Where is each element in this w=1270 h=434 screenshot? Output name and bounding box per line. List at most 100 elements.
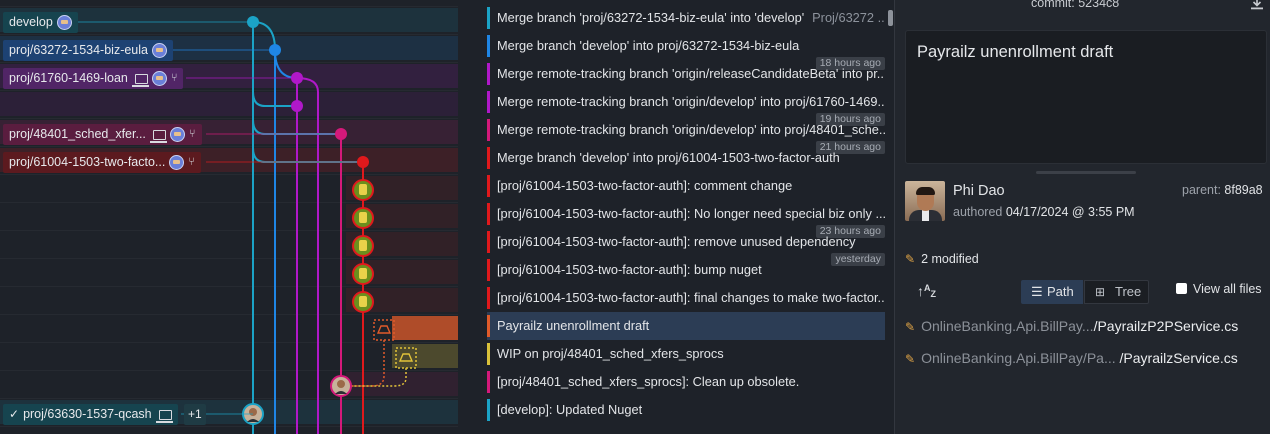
authored-info: authored 04/17/2024 @ 3:55 PM <box>953 205 1135 219</box>
commit-message[interactable]: [proj/61004-1503-two-factor-auth]: comme… <box>497 172 885 200</box>
commit-message-pane[interactable]: Merge branch 'proj/63272-1534-biz-eula' … <box>458 0 894 434</box>
authored-date: 04/17/2024 @ 3:55 PM <box>1005 205 1135 219</box>
laptop-icon <box>149 129 167 143</box>
commit-detail-pane: commit: 5234c8 Payrailz unenrollment dra… <box>894 0 1270 434</box>
commit-summary-box[interactable]: Payrailz unenrollment draft <box>905 30 1267 164</box>
commit-message[interactable]: [proj/61004-1503-two-factor-auth]: bump … <box>497 256 885 284</box>
commit-row[interactable]: [develop]: Updated Nuget <box>458 396 885 424</box>
commit-row[interactable]: [proj/61004-1503-two-factor-auth]: remov… <box>458 228 885 256</box>
commit-row[interactable]: Merge remote-tracking branch 'origin/rel… <box>458 60 885 88</box>
file-row-1[interactable]: ✎ OnlineBanking.Api.BillPay.../PayrailzP2… <box>905 313 1238 339</box>
pencil-icon: ✎ <box>905 352 916 366</box>
branch-color-bar <box>487 91 490 113</box>
pencil-icon: ✎ <box>905 320 916 334</box>
branch-fork-icon: ⑂ <box>188 156 195 168</box>
file-row-2[interactable]: ✎ OnlineBanking.Api.BillPay/Pa... /Payrai… <box>905 345 1238 371</box>
commit-message[interactable]: Merge branch 'develop' into proj/61004-1… <box>497 144 885 172</box>
branch-label[interactable]: proj/61760-1469-loan ⑂ <box>3 68 184 89</box>
commit-summary-text[interactable]: Payrailz unenrollment draft <box>917 43 1113 62</box>
commit-row[interactable]: WIP on proj/48401_sched_xfers_sprocs <box>458 340 885 368</box>
commit-row[interactable]: [proj/61004-1503-two-factor-auth]: bump … <box>458 256 885 284</box>
branch-name: proj/61760-1469-loan <box>9 71 128 85</box>
branch-color-bar <box>487 35 490 57</box>
commit-row[interactable]: [proj/48401_sched_xfers_sprocs]: Clean u… <box>458 368 885 396</box>
commit-row[interactable]: [proj/61004-1503-two-factor-auth]: comme… <box>458 172 885 200</box>
author-name: Phi Dao <box>953 183 1005 199</box>
commit-message[interactable]: WIP on proj/48401_sched_xfers_sprocs <box>497 340 885 368</box>
commit-message[interactable]: Merge remote-tracking branch 'origin/rel… <box>497 60 885 88</box>
commit-row[interactable]: Merge branch 'develop' into proj/61004-1… <box>458 144 885 172</box>
view-all-files-label[interactable]: View all files <box>1193 282 1262 296</box>
commit-row[interactable]: Merge branch 'proj/63272-1534-biz-eula' … <box>458 4 885 32</box>
commit-graph[interactable] <box>0 0 458 434</box>
checkout-icon: ✓ <box>9 407 20 421</box>
view-all-files-checkbox[interactable] <box>1176 283 1187 294</box>
laptop-icon <box>155 409 173 423</box>
commit-message[interactable]: Merge branch 'develop' into proj/63272-1… <box>497 32 885 60</box>
commit-message[interactable]: [proj/61004-1503-two-factor-auth]: remov… <box>497 228 885 256</box>
branch-label[interactable]: develop <box>3 12 78 33</box>
download-icon[interactable] <box>1250 0 1264 10</box>
tree-view-button[interactable]: ⊞ Tree <box>1084 280 1149 304</box>
remote-origin-icon <box>151 71 167 86</box>
sort-icon[interactable]: ↑AZ <box>917 283 936 299</box>
commit-message[interactable]: Merge remote-tracking branch 'origin/dev… <box>497 116 885 144</box>
branch-name: proj/61004-1503-two-facto... <box>9 155 166 169</box>
lane-purple-2 <box>296 77 319 434</box>
parent-sha[interactable]: 8f89a8 <box>1224 183 1262 197</box>
commit-message[interactable]: [develop]: Updated Nuget <box>497 396 885 424</box>
author-avatar <box>905 181 945 221</box>
parent-info: parent: 8f89a8 <box>1182 183 1263 197</box>
branch-name: proj/63630-1537-qcash <box>23 407 152 421</box>
author-avatar-figure <box>359 296 367 307</box>
extra-branches-badge[interactable]: +1 <box>184 404 206 425</box>
branch-color-bar <box>487 287 490 309</box>
branch-color-bar <box>487 231 490 253</box>
author-photo-node-face <box>249 408 257 416</box>
commit-dot <box>291 100 303 112</box>
branch-label[interactable]: proj/48401_sched_xfer... ⑂ <box>3 124 202 145</box>
branch-name: proj/48401_sched_xfer... <box>9 127 146 141</box>
author-avatar-figure <box>359 212 367 223</box>
path-view-button[interactable]: ☰ Path <box>1021 280 1083 304</box>
commit-row[interactable]: Payrailz unenrollment draft <box>487 312 885 340</box>
remote-origin-icon <box>56 15 72 30</box>
commit-message[interactable]: Payrailz unenrollment draft <box>497 312 885 340</box>
branch-color-bar <box>487 399 490 421</box>
commit-extra: Proj/63272 ... <box>812 10 885 25</box>
stash-node-icon <box>376 325 392 334</box>
commit-message[interactable]: [proj/61004-1503-two-factor-auth]: final… <box>497 284 885 312</box>
modified-count: ✎ 2 modified <box>905 252 979 266</box>
commit-row[interactable]: Merge remote-tracking branch 'origin/dev… <box>458 116 885 144</box>
branch-label[interactable]: ✓ proj/63630-1537-qcash <box>3 404 178 425</box>
branch-label[interactable]: proj/61004-1503-two-facto... ⑂ <box>3 152 201 173</box>
remote-origin-icon <box>151 43 167 58</box>
branch-fork-icon: ⑂ <box>170 72 178 84</box>
branch-color-bar <box>487 315 490 337</box>
commit-message[interactable]: [proj/48401_sched_xfers_sprocs]: Clean u… <box>497 368 885 396</box>
commit-sha-label: commit: 5234c8 <box>1031 0 1119 10</box>
commit-sha: 5234c8 <box>1078 0 1120 10</box>
summary-resize-handle[interactable] <box>1036 171 1136 174</box>
branch-color-bar <box>487 259 490 281</box>
commit-row[interactable]: Merge remote-tracking branch 'origin/dev… <box>458 88 885 116</box>
branch-color-bar <box>487 63 490 85</box>
pencil-icon: ✎ <box>905 252 916 266</box>
commit-row[interactable]: Merge branch 'develop' into proj/63272-1… <box>458 32 885 60</box>
branch-name: proj/63272-1534-biz-eula <box>9 43 148 57</box>
commit-message[interactable]: Merge remote-tracking branch 'origin/dev… <box>497 88 885 116</box>
author-photo-node-face <box>337 380 345 388</box>
scrollbar-thumb[interactable] <box>888 10 893 26</box>
branch-label[interactable]: proj/63272-1534-biz-eula <box>3 40 173 61</box>
commit-message[interactable]: [proj/61004-1503-two-factor-auth]: No lo… <box>497 200 885 228</box>
commit-row[interactable]: [proj/61004-1503-two-factor-auth]: final… <box>458 284 885 312</box>
commit-message[interactable]: Merge branch 'proj/63272-1534-biz-eula' … <box>497 4 885 32</box>
branch-color-bar <box>487 175 490 197</box>
commit-graph-pane[interactable]: develop proj/63272-1534-biz-eula proj/6176… <box>0 0 458 434</box>
commit-row[interactable]: [proj/61004-1503-two-factor-auth]: No lo… <box>458 200 885 228</box>
list-icon: ☰ <box>1031 284 1043 299</box>
branch-color-bar <box>487 343 490 365</box>
branch-color-bar <box>487 147 490 169</box>
branch-color-bar <box>487 119 490 141</box>
merge-curve <box>252 147 363 163</box>
